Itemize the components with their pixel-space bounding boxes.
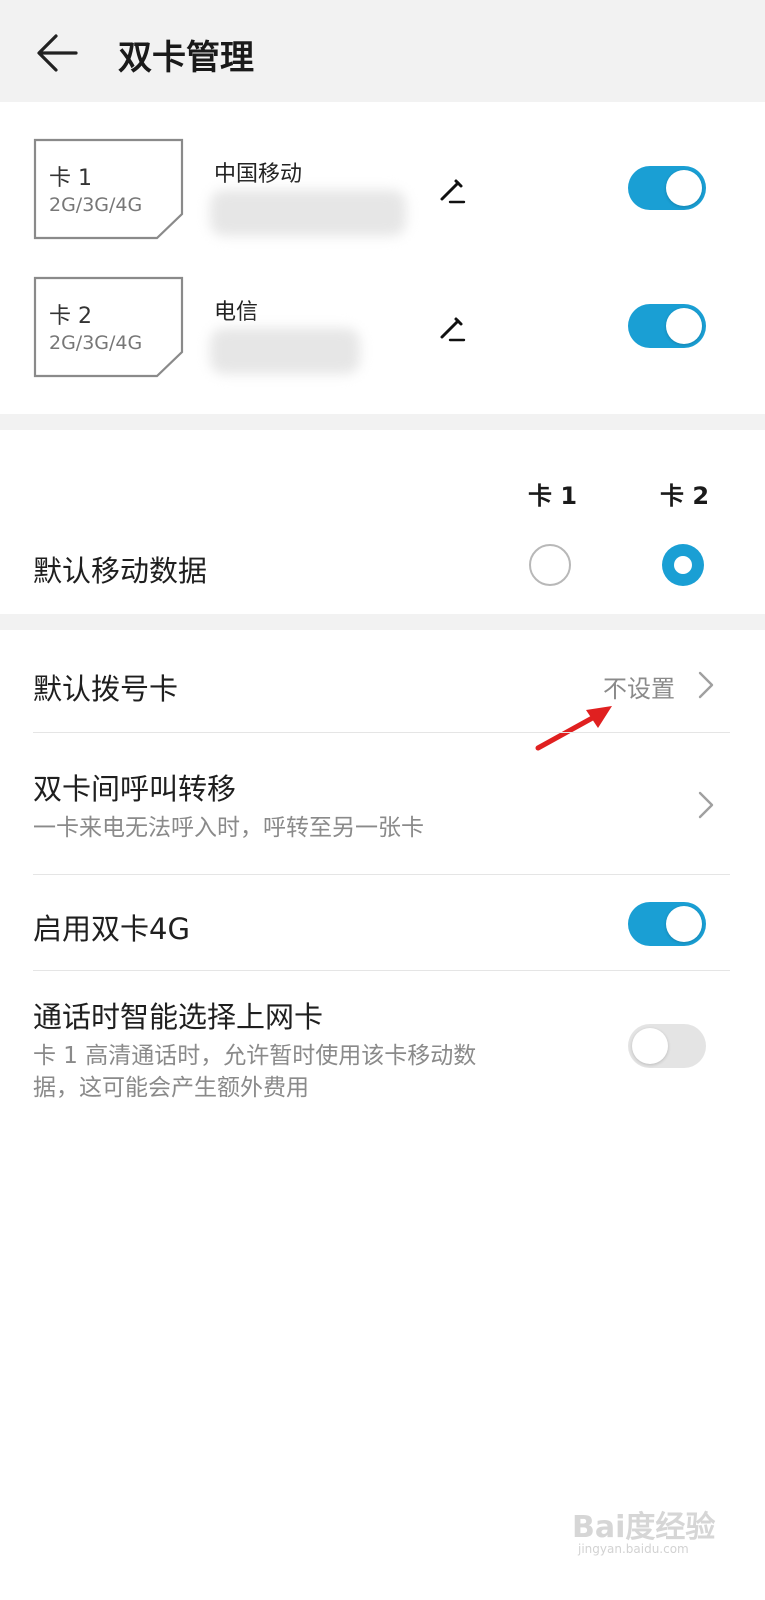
- sim-2-toggle[interactable]: [628, 304, 706, 348]
- row-divider: [33, 874, 730, 875]
- default-data-label: 默认移动数据: [33, 554, 208, 588]
- default-data-radio-card-1[interactable]: [529, 544, 571, 586]
- sim-1-carrier: 中国移动: [214, 162, 303, 187]
- smart-data-toggle[interactable]: [628, 1024, 706, 1068]
- sim-row-2: 卡 2 2G/3G/4G 电信: [0, 240, 765, 378]
- dual-4g-label: 启用双卡4G: [33, 912, 190, 946]
- row-divider: [33, 970, 730, 971]
- edit-icon[interactable]: [436, 174, 468, 206]
- sim-2-carrier: 电信: [214, 300, 259, 325]
- call-forward-subtitle: 一卡来电无法呼入时，呼转至另一张卡: [33, 815, 424, 841]
- dual-4g-toggle[interactable]: [628, 902, 706, 946]
- smart-data-subtitle-line2: 据，这可能会产生额外费用: [33, 1075, 309, 1101]
- sim-2-network: 2G/3G/4G: [49, 332, 143, 354]
- chevron-right-icon: [698, 791, 714, 819]
- smart-data-label: 通话时智能选择上网卡: [33, 1000, 324, 1034]
- sim-card-1-icon: 卡 1 2G/3G/4G: [33, 138, 185, 240]
- smart-data-subtitle-line1: 卡 1 高清通话时，允许暂时使用该卡移动数: [33, 1043, 477, 1069]
- default-data-radio-card-2[interactable]: [662, 544, 704, 586]
- section-divider: [0, 414, 765, 430]
- sim-2-label: 卡 2: [49, 304, 92, 329]
- annotation-arrow: [535, 706, 612, 751]
- sim-row-1: 卡 1 2G/3G/4G 中国移动: [0, 102, 765, 240]
- row-divider: [33, 732, 730, 733]
- call-forward-label: 双卡间呼叫转移: [33, 772, 237, 806]
- page-title: 双卡管理: [118, 38, 254, 78]
- column-header-card-1: 卡 1: [528, 482, 578, 510]
- column-header-card-2: 卡 2: [660, 482, 710, 510]
- sim-1-number-blurred: [210, 190, 406, 236]
- section-divider: [0, 614, 765, 630]
- app-header: 双卡管理: [0, 0, 765, 102]
- sim-card-2-icon: 卡 2 2G/3G/4G: [33, 276, 185, 378]
- default-dial-label: 默认拨号卡: [33, 672, 179, 706]
- watermark-url: jingyan.baidu.com: [578, 1542, 689, 1556]
- sim-2-number-blurred: [210, 328, 360, 374]
- default-dial-value: 不设置: [603, 675, 675, 703]
- sim-1-label: 卡 1: [49, 166, 92, 191]
- sim-cards-section: 卡 1 2G/3G/4G 中国移动 卡 2 2G/3G/4G 电信: [0, 102, 765, 414]
- watermark-logo: Bai度经验: [572, 1510, 716, 1545]
- edit-icon[interactable]: [436, 312, 468, 344]
- arrow-left-icon: [37, 34, 78, 72]
- chevron-right-icon: [698, 671, 714, 699]
- sim-1-toggle[interactable]: [628, 166, 706, 210]
- sim-1-network: 2G/3G/4G: [49, 194, 143, 216]
- back-button[interactable]: [34, 30, 80, 76]
